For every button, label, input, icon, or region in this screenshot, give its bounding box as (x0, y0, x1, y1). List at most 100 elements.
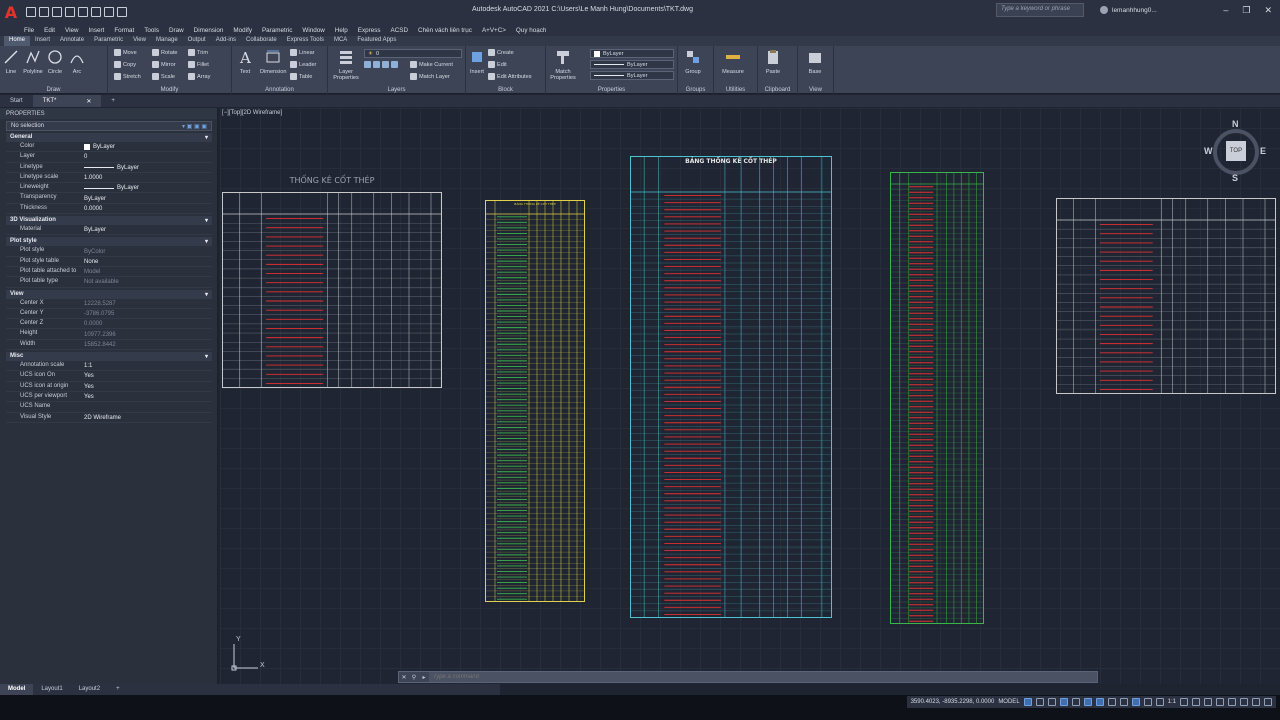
trim-tool[interactable]: Trim (188, 49, 208, 56)
menu-edit[interactable]: Edit (44, 27, 55, 34)
layer-off-icon[interactable] (373, 61, 380, 68)
property-value[interactable]: 12228.5287 (84, 299, 212, 308)
match-layer-button[interactable]: Match Layer (410, 73, 450, 80)
menu-a-v-c[interactable]: A+V+C> (482, 27, 506, 34)
layout-tab-layout1[interactable]: Layout1 (33, 684, 70, 695)
edit-attributes-button[interactable]: Edit Attributes (488, 73, 532, 80)
property-row-annotation-scale[interactable]: Annotation scale 1:1 (6, 361, 212, 372)
property-value[interactable]: ByLayer (84, 142, 212, 151)
add-layout-button[interactable]: + (108, 684, 128, 695)
annotation-visibility-icon[interactable] (1143, 698, 1152, 706)
modify-panel-title[interactable]: Modify (108, 87, 231, 93)
annotation-scale[interactable]: 1:1 (1168, 699, 1176, 705)
menu-acsd[interactable]: ACSD (391, 27, 409, 34)
ribbon-tab-manage[interactable]: Manage (151, 36, 183, 46)
lineweight-icon[interactable] (1107, 698, 1116, 706)
property-row-material[interactable]: Material ByLayer (6, 225, 212, 236)
make-current-button[interactable]: Make Current (410, 61, 453, 68)
menu-insert[interactable]: Insert (89, 27, 105, 34)
dimension-tool[interactable]: Dimension (260, 49, 286, 75)
customize-command-icon[interactable]: ⚲ (409, 674, 419, 681)
annotation-panel-title[interactable]: Annotation (232, 87, 327, 93)
auto-scale-icon[interactable] (1155, 698, 1164, 706)
draw-panel-title[interactable]: Draw (0, 87, 107, 93)
property-row-center-y[interactable]: Center Y -3786.0795 (6, 309, 212, 320)
clipboard-panel-title[interactable]: Clipboard (758, 87, 797, 93)
isolate-objects-icon[interactable] (1228, 698, 1236, 706)
quick-properties-icon[interactable] (1216, 698, 1224, 706)
property-row-visual-style[interactable]: Visual Style 2D Wireframe (6, 413, 212, 423)
create-block-button[interactable]: Create (488, 49, 514, 56)
section-header-view[interactable]: View ▾ (6, 289, 212, 299)
property-row-linetype[interactable]: Linetype ByLayer (6, 163, 212, 173)
property-row-plot-style-table[interactable]: Plot style table None (6, 257, 212, 267)
block-panel-title[interactable]: Block (466, 87, 545, 93)
layout-tab-model[interactable]: Model (0, 684, 34, 695)
coordinates-readout[interactable]: 3590.4023, -8935.2298, 0.0000 (911, 699, 995, 705)
ribbon-tab-annotate[interactable]: Annotate (55, 36, 89, 46)
property-value[interactable]: Yes (84, 371, 212, 380)
move-tool[interactable]: Move (114, 49, 137, 56)
web-mobile-icon[interactable] (78, 7, 88, 17)
property-value[interactable]: -3786.0795 (84, 309, 212, 318)
isodraft-icon[interactable] (1071, 698, 1080, 706)
section-header-general[interactable]: General ▾ (6, 133, 212, 142)
property-value[interactable]: ByLayer (84, 193, 212, 202)
rebar-table-sheet-3[interactable]: BẢNG THỐNG KÊ CỐT THÉP (630, 156, 832, 618)
ribbon-tab-express-tools[interactable]: Express Tools (282, 36, 329, 46)
line-tool[interactable]: Line (0, 49, 22, 75)
minimize-button[interactable]: – (1223, 5, 1228, 16)
layer-freeze-icon[interactable] (382, 61, 389, 68)
property-value[interactable]: 10977.2396 (84, 329, 212, 338)
menu-modify[interactable]: Modify (233, 27, 252, 34)
property-row-ucs-icon-at-origin[interactable]: UCS icon at origin Yes (6, 382, 212, 392)
ribbon-tab-add-ins[interactable]: Add-ins (211, 36, 241, 46)
layout-tab-layout2[interactable]: Layout2 (71, 684, 108, 695)
workspace-gear-icon[interactable] (1180, 698, 1188, 706)
tkt-drawing-tab[interactable]: TKT* ✕ (32, 95, 102, 107)
section-header-plot-style[interactable]: Plot style ▾ (6, 237, 212, 247)
new-file-icon[interactable] (26, 7, 36, 17)
property-value[interactable]: Yes (84, 392, 212, 401)
layer-isolate-icon[interactable] (364, 61, 371, 68)
menu-view[interactable]: View (65, 27, 79, 34)
ribbon-tab-output[interactable]: Output (183, 36, 211, 46)
insert-block-button[interactable]: Insert (466, 49, 488, 75)
property-row-plot-style[interactable]: Plot style ByColor (6, 246, 212, 257)
collapse-chevron-icon[interactable]: ▾ (205, 353, 208, 360)
collapse-chevron-icon[interactable]: ▾ (205, 134, 208, 141)
graphics-performance-icon[interactable] (1240, 698, 1248, 706)
selection-cycling-icon[interactable] (1131, 698, 1140, 706)
compass-west[interactable]: W (1204, 146, 1213, 156)
save-icon[interactable] (52, 7, 62, 17)
property-row-width[interactable]: Width 15852.8442 (6, 340, 212, 351)
ribbon-tab-mca[interactable]: MCA (329, 36, 352, 46)
user-account[interactable]: lemanhhung0... (1100, 6, 1157, 14)
polar-tracking-icon[interactable] (1059, 698, 1068, 706)
property-value[interactable]: 0 (84, 152, 212, 161)
ribbon-tab-view[interactable]: View (128, 36, 151, 46)
annotation-monitor-icon[interactable] (1192, 698, 1200, 706)
edit-block-button[interactable]: Edit (488, 61, 507, 68)
units-icon[interactable] (1204, 698, 1212, 706)
property-value[interactable]: 0.0000 (84, 319, 212, 328)
property-value[interactable]: ByLayer (84, 225, 212, 234)
rebar-table-sheet-4[interactable] (890, 172, 984, 624)
property-value[interactable]: ByLayer (84, 183, 212, 192)
menu-chen-vach-lien-truc[interactable]: Chèn vách liên trục (418, 27, 472, 34)
ribbon-tab-home[interactable]: Home (4, 36, 31, 46)
property-value[interactable]: Yes (84, 382, 212, 391)
property-row-color[interactable]: Color ByLayer (6, 142, 212, 153)
property-value[interactable]: 2D Wireframe (84, 413, 212, 422)
quick-select-icon[interactable]: ▾ ▣ ▣ ▣ (182, 123, 207, 130)
property-row-ucs-icon-on[interactable]: UCS icon On Yes (6, 371, 212, 382)
help-search-input[interactable]: Type a keyword or phrase (996, 3, 1084, 17)
customization-menu-icon[interactable] (1264, 698, 1272, 706)
property-row-ucs-name[interactable]: UCS Name (6, 402, 212, 413)
leader-tool[interactable]: Leader (290, 61, 316, 68)
property-value[interactable]: 15852.8442 (84, 340, 212, 349)
table-tool[interactable]: Table (290, 73, 312, 80)
close-tab-icon[interactable]: ✕ (86, 98, 91, 105)
view-panel-title[interactable]: View (798, 87, 833, 93)
menu-tools[interactable]: Tools (144, 27, 159, 34)
